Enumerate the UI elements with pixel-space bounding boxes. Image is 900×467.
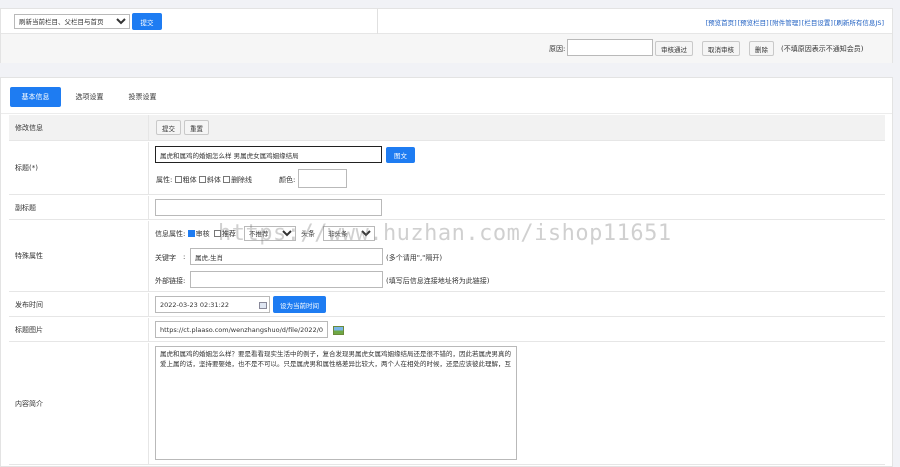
publish-time-row: 发布时间 设为当前时间	[9, 293, 885, 317]
external-link-input[interactable]	[190, 271, 383, 288]
subtitle-input[interactable]	[155, 199, 382, 216]
form-submit-button[interactable]: 提交	[156, 120, 181, 135]
form-header-row: 修改信息 提交 重置	[9, 115, 885, 141]
headline-select[interactable]: 非头条	[323, 226, 375, 241]
keyword-colon: :	[183, 253, 186, 261]
title-label: 标题(*)	[9, 142, 149, 194]
subtitle-label: 副标题	[9, 196, 149, 219]
summary-textarea[interactable]: 属虎和属鸡的婚姻怎么样？要是看看现实生活中的例子，复合发现男属虎女属鸡姻缘结局还…	[155, 346, 517, 460]
title-image-button[interactable]: 图文	[386, 147, 415, 163]
refresh-scope-select[interactable]: 刷新当前栏目、父栏目与首页	[14, 14, 130, 29]
header-label: 修改信息	[9, 115, 149, 140]
select-image-icon[interactable]	[333, 326, 344, 335]
calendar-icon[interactable]	[259, 302, 267, 309]
tab-vote-settings[interactable]: 投票设置	[120, 87, 165, 107]
tab-divider	[1, 113, 892, 114]
strikethrough-label: 删除线	[231, 176, 253, 184]
subtitle-row: 副标题	[9, 196, 885, 220]
recommend-checkbox[interactable]	[213, 230, 221, 237]
reason-note: (不填原因表示不通知会员)	[781, 45, 864, 53]
top-toolbar-panel: 刷新当前栏目、父栏目与首页 提交 [预览首页][预览栏目][附件管理][栏目设置…	[0, 8, 893, 63]
approve-button[interactable]: 审核通过	[655, 41, 693, 56]
info-attributes: 信息属性: 审核 推荐	[155, 229, 236, 239]
bold-label: 粗体	[182, 176, 197, 184]
title-image-label: 标题图片	[9, 318, 149, 341]
bold-checkbox[interactable]	[174, 176, 182, 183]
publish-time-label: 发布时间	[9, 293, 149, 316]
audit-label: 审核	[195, 230, 210, 238]
strikethrough-checkbox[interactable]	[223, 176, 231, 183]
preview-category-link[interactable]: [预览栏目]	[738, 19, 769, 27]
preview-home-link[interactable]: [预览首页]	[706, 19, 737, 27]
cancel-approve-button[interactable]: 取消审核	[702, 41, 740, 56]
set-now-button[interactable]: 设为当前时间	[273, 296, 326, 313]
category-settings-link[interactable]: [栏目设置]	[802, 19, 833, 27]
keyword-label: 关键字	[155, 254, 176, 262]
tab-option-settings[interactable]: 选项设置	[67, 87, 112, 107]
italic-label: 斜体	[206, 176, 221, 184]
external-link-hint: (填写后信息连接地址将为此链接)	[386, 277, 490, 285]
delete-button[interactable]: 删除	[749, 41, 774, 56]
publish-time-input[interactable]	[155, 296, 270, 313]
title-image-input[interactable]	[155, 321, 328, 338]
keyword-hint: (多个请用","隔开)	[386, 254, 443, 262]
title-row: 标题(*) 图文 属性: 粗体 斜体 删除线 颜色:	[9, 142, 885, 195]
recommend-label: 推荐	[221, 230, 236, 238]
title-input[interactable]	[155, 146, 382, 163]
tab-basic-info[interactable]: 基本信息	[10, 87, 61, 107]
summary-label: 内容简介	[9, 343, 149, 464]
italic-checkbox[interactable]	[198, 176, 206, 183]
keyword-input[interactable]	[190, 248, 383, 265]
top-submit-button[interactable]: 提交	[132, 13, 162, 30]
review-row: 原因: 审核通过 取消审核 删除 (不填原因表示不通知会员)	[1, 34, 892, 63]
form-reset-button[interactable]: 重置	[184, 120, 209, 135]
top-toolbar-row: 刷新当前栏目、父栏目与首页 提交 [预览首页][预览栏目][附件管理][栏目设置…	[1, 9, 892, 34]
attr-label: 属性:	[156, 176, 173, 184]
special-attributes-label: 特殊属性	[9, 221, 149, 291]
refresh-all-js-link[interactable]: [刷新所有信息JS]	[834, 19, 884, 27]
special-attributes-row: 特殊属性 信息属性: 审核 推荐 不推荐 头条 非头条 关键字 : (多个请用"…	[9, 221, 885, 292]
attachment-manage-link[interactable]: [附件管理]	[770, 19, 801, 27]
edit-form-panel: 基本信息 选项设置 投票设置 修改信息 提交 重置 标题(*) 图文 属性: 粗…	[0, 77, 893, 467]
toolbar-divider	[377, 9, 378, 34]
info-attr-label: 信息属性:	[155, 230, 186, 238]
audit-checkbox[interactable]	[187, 230, 195, 237]
reason-input[interactable]	[567, 39, 653, 56]
quick-links: [预览首页][预览栏目][附件管理][栏目设置][刷新所有信息JS]	[705, 17, 884, 27]
recommend-select[interactable]: 不推荐	[244, 226, 296, 241]
color-label: 颜色:	[279, 176, 296, 184]
title-image-row: 标题图片	[9, 318, 885, 342]
title-attributes: 属性: 粗体 斜体 删除线	[156, 175, 252, 185]
color-input[interactable]	[298, 169, 347, 188]
reason-label: 原因:	[549, 45, 566, 53]
headline-label: 头条	[301, 230, 315, 238]
external-link-label: 外部链接:	[155, 277, 186, 285]
summary-row: 内容简介 属虎和属鸡的婚姻怎么样？要是看看现实生活中的例子，复合发现男属虎女属鸡…	[9, 343, 885, 465]
